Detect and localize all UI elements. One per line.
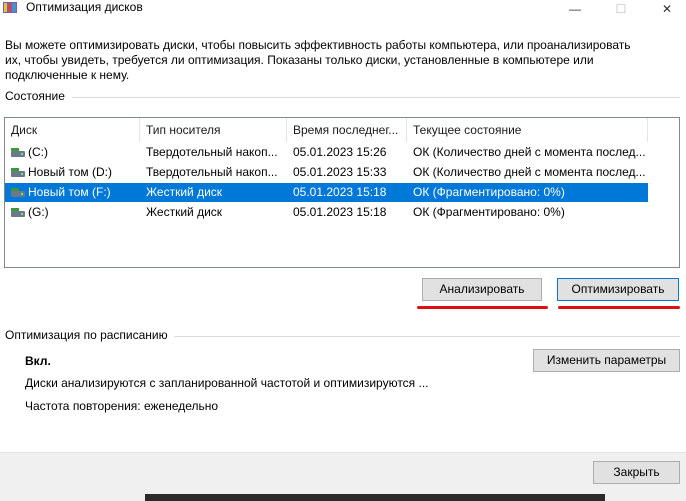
cell-drive: Новый том (D:) (28, 165, 112, 179)
status-section-divider (72, 97, 680, 98)
schedule-frequency: Частота повторения: еженедельно (25, 399, 219, 413)
intro-description: Вы можете оптимизировать диски, чтобы по… (5, 38, 631, 82)
schedule-section-label: Оптимизация по расписанию (5, 328, 168, 342)
analyze-button[interactable]: Анализировать (422, 278, 542, 301)
column-header-current-status[interactable]: Текущее состояние (407, 118, 648, 142)
cell-status: ОК (Фрагментировано: 0%) (413, 185, 565, 199)
schedule-section-divider (174, 336, 680, 337)
window-title: Оптимизация дисков (26, 0, 143, 14)
cell-last-run: 05.01.2023 15:26 (293, 145, 387, 159)
annotation-underline-optimize (558, 306, 680, 309)
drive-row[interactable]: Новый том (F:) Жесткий диск 05.01.2023 15:… (5, 183, 648, 202)
drive-row[interactable]: (G:) Жесткий диск 05.01.2023 15:18 ОК (Фраг… (5, 203, 648, 222)
change-settings-button[interactable]: Изменить параметры (533, 349, 680, 372)
cell-drive: (G:) (28, 205, 49, 219)
drive-icon (11, 168, 25, 177)
drive-icon (11, 148, 25, 157)
defrag-app-icon (3, 2, 17, 13)
status-section-label: Состояние (5, 89, 65, 103)
schedule-state: Вкл. (25, 354, 51, 368)
drive-list[interactable]: Диск Тип носителя Время последнег... Тек… (4, 117, 680, 268)
column-header-media-type[interactable]: Тип носителя (140, 118, 287, 142)
cell-last-run: 05.01.2023 15:18 (293, 185, 387, 199)
column-header-last-run[interactable]: Время последнег... (287, 118, 407, 142)
cell-drive: (C:) (28, 145, 48, 159)
annotation-underline-analyze (417, 306, 548, 309)
cell-media-type: Твердотельный накоп... (146, 145, 278, 159)
minimize-icon[interactable]: — (552, 0, 598, 18)
column-header-drive[interactable]: Диск (5, 118, 140, 142)
drive-row[interactable]: Новый том (D:) Твердотельный накоп... 05.0… (5, 163, 648, 182)
title-bar: Оптимизация дисков — ☐ ✕ (0, 0, 686, 30)
close-button[interactable]: Закрыть (593, 461, 680, 484)
cell-status: ОК (Количество дней с момента послед... (413, 145, 646, 159)
cell-last-run: 05.01.2023 15:18 (293, 205, 387, 219)
drive-row[interactable]: (C:) Твердотельный накоп... 05.01.2023 15:… (5, 143, 648, 162)
drive-icon (11, 208, 25, 217)
cell-status: ОК (Количество дней с момента послед... (413, 165, 646, 179)
cell-drive: Новый том (F:) (28, 185, 111, 199)
maximize-icon[interactable]: ☐ (598, 0, 644, 18)
close-icon[interactable]: ✕ (644, 0, 686, 18)
taskbar-strip (145, 494, 605, 501)
drive-icon (11, 188, 25, 197)
cell-media-type: Твердотельный накоп... (146, 165, 278, 179)
optimize-button[interactable]: Оптимизировать (557, 278, 679, 301)
schedule-description: Диски анализируются с запланированной ча… (25, 376, 429, 390)
cell-media-type: Жесткий диск (146, 205, 223, 219)
cell-media-type: Жесткий диск (146, 185, 223, 199)
cell-status: ОК (Фрагментировано: 0%) (413, 205, 565, 219)
cell-last-run: 05.01.2023 15:33 (293, 165, 387, 179)
